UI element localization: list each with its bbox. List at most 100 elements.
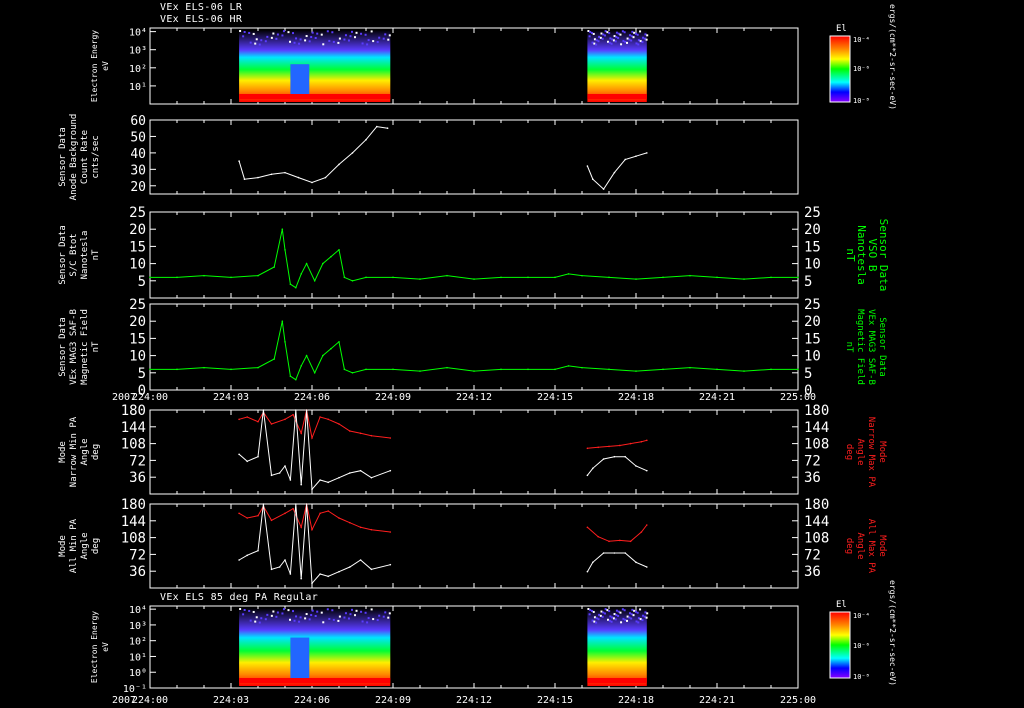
spectrogram-noise-dot [641, 41, 644, 44]
data-point [297, 176, 300, 179]
data-point [176, 276, 178, 279]
data-point [586, 165, 589, 167]
data-point [176, 368, 178, 371]
spectrogram-noise-dot [609, 37, 612, 40]
y-axis-label: cnts/sec [91, 135, 101, 178]
spectrogram-high-flux-band [587, 94, 647, 99]
colorbar-bottom-gradient [829, 611, 851, 679]
data-point [257, 274, 259, 277]
data-point [500, 368, 502, 371]
y-axis-label: Sensor Data [58, 225, 68, 285]
data-point [149, 276, 151, 279]
data-point [289, 479, 292, 481]
spectrogram-noise-dot [604, 34, 607, 37]
spectrogram-noise-dot [636, 611, 639, 614]
y-axis-label: Nanotesla [80, 231, 90, 280]
colorbar-top-tick-2: 10⁻⁶ [853, 65, 870, 73]
spectrogram-block [239, 608, 391, 686]
spectrogram-noise-dot [620, 621, 623, 624]
spectrogram-noise-dot [243, 30, 246, 33]
spectrogram-noise-dot [621, 608, 624, 611]
spectrogram-noise-dot [626, 37, 629, 40]
data-point [608, 445, 610, 448]
spectrogram-noise-dot [243, 608, 246, 611]
data-point [238, 559, 240, 561]
spectrogram-noise-dot [599, 614, 602, 617]
time-tick-label: 224:18 [618, 695, 654, 706]
spectrogram-noise-dot [617, 32, 620, 35]
spectrogram-noise-dot [591, 619, 594, 622]
spectrogram-noise-dot [266, 613, 269, 616]
spectrogram-noise-dot [600, 610, 603, 613]
data-point [386, 127, 389, 130]
spectrogram-noise-dot [350, 30, 353, 33]
spectrogram-noise-dot [642, 614, 645, 617]
y2-tick-label: 108 [804, 437, 829, 453]
spectrogram-noise-dot [622, 39, 625, 42]
spectrogram-noise-dot [288, 618, 291, 621]
data-point [608, 540, 610, 543]
colorbar-bottom-tick-2: 10⁻⁶ [853, 642, 870, 650]
spectrogram-noise-dot [322, 621, 325, 624]
spectrogram-noise-dot [623, 31, 626, 34]
data-point [646, 152, 648, 154]
spectrogram-noise-dot [630, 35, 633, 38]
data-point [300, 577, 303, 580]
spectrogram-noise-dot [623, 609, 626, 612]
data-point [613, 171, 616, 174]
spectrogram-noise-dot [617, 615, 620, 617]
spectrogram-noise-dot [631, 608, 634, 611]
spectrogram-noise-dot [637, 43, 640, 46]
y2-tick-label: 20 [804, 222, 821, 238]
spectrogram-gap [290, 64, 310, 94]
spectrogram-noise-dot [628, 34, 631, 37]
spectrogram-noise-dot [597, 618, 600, 621]
spectrogram-noise-dot [590, 31, 593, 34]
spectrogram-noise-dot [370, 30, 373, 33]
data-point [554, 276, 556, 279]
data-point [527, 276, 529, 279]
spectrogram-noise-dot [361, 42, 364, 45]
spectrogram-noise-dot [590, 609, 593, 612]
data-point [359, 559, 362, 561]
data-point [419, 278, 421, 280]
data-point [322, 262, 324, 265]
spectrogram-noise-dot [613, 35, 616, 38]
spectrogram-noise-dot [376, 41, 379, 44]
spectrogram-noise-dot [595, 39, 598, 42]
spectrogram-noise-dot [310, 614, 313, 617]
spectrogram-noise-dot [633, 31, 636, 34]
data-point [349, 521, 351, 524]
data-point [338, 423, 340, 425]
spectrogram-noise-dot [606, 609, 609, 612]
colorbar-top-tick-1: 10⁻⁴ [853, 36, 870, 44]
spectrogram-noise-dot [591, 41, 594, 44]
spectrogram-high-flux-band [587, 678, 647, 683]
data-point [319, 416, 321, 418]
stack-plot-svg: El 10⁻⁴ 10⁻⁶ 10⁻⁸ ergs/(cm**2-sr-sec-eV)… [58, 4, 897, 706]
data-point [289, 283, 292, 286]
data-point [592, 178, 594, 180]
spectrogram-noise-dot [308, 40, 311, 43]
data-point [319, 512, 321, 515]
data-point [284, 249, 286, 251]
data-point [203, 366, 205, 369]
spectrogram-noise-dot [614, 40, 617, 43]
spectrogram-noise-dot [258, 621, 261, 624]
spectrogram-noise-dot [635, 42, 638, 45]
data-point [238, 160, 240, 162]
data-point [273, 358, 276, 360]
spectrogram-noise-dot [264, 40, 267, 43]
data-point [338, 163, 340, 166]
data-point [330, 347, 332, 350]
y-axis-label: Magnetic Field [80, 309, 90, 385]
panel-narrow-pa: Mode Narrow Min PA Angle deg ModeNarrow Max … [58, 403, 887, 494]
spectrogram-noise-dot [639, 608, 642, 611]
spectrogram-noise-dot [311, 31, 314, 34]
time-tick-label: 224:18 [618, 392, 654, 403]
panel-frame-all-pa [149, 503, 799, 589]
spectrogram-noise-dot [621, 30, 624, 33]
y2-axis-label: Narrow Max PA [866, 417, 876, 488]
colorbar-bottom-unit: ergs/(cm**2-sr-sec-eV) [888, 580, 897, 686]
data-point [351, 152, 354, 154]
